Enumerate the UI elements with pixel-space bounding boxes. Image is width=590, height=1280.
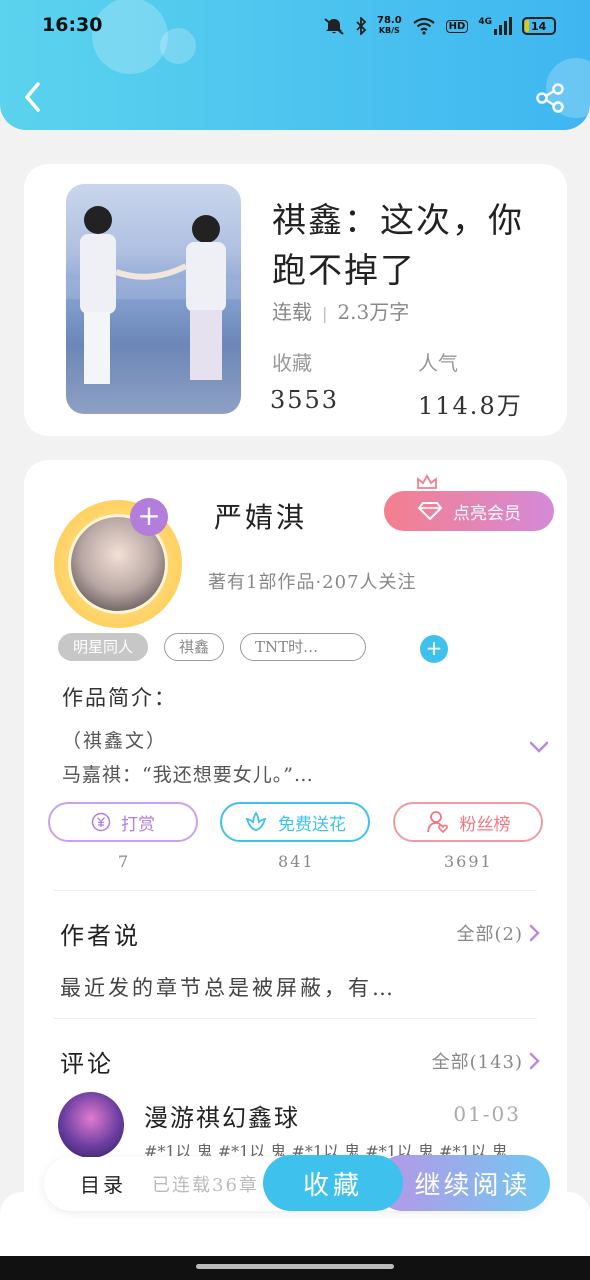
author-summary: 著有1部作品·207人关注: [208, 572, 417, 593]
tag-item[interactable]: 明星同人: [58, 633, 149, 661]
intro-heading: 作品简介：: [62, 686, 177, 710]
author-name[interactable]: 严婧淇: [214, 496, 307, 536]
add-tag-button[interactable]: +: [420, 635, 448, 663]
signal-icon: 4G: [478, 17, 512, 35]
wifi-icon: [412, 17, 435, 35]
battery-level: 14: [531, 19, 547, 33]
header: 16:30 78.0 KB/S HD 4G 14: [0, 0, 590, 130]
tag-item[interactable]: TNT时…: [240, 633, 367, 661]
tip-button[interactable]: 打赏: [48, 802, 198, 842]
send-flower-label: 免费送花: [278, 814, 346, 835]
commenter-avatar[interactable]: [58, 1092, 124, 1158]
tag-list: 明星同人 祺鑫 TNT时…: [58, 633, 367, 661]
divider: [54, 890, 537, 891]
meta-divider: |: [322, 304, 328, 323]
status-icons: 78.0 KB/S HD 4G 14: [323, 16, 556, 36]
fan-rank-button[interactable]: 粉丝榜: [393, 802, 543, 842]
send-flower-button[interactable]: 免费送花: [220, 802, 370, 842]
comment-text: #*1以 鬼 #*1以 鬼 #*1以 鬼 #*1以 鬼 #*1以 鬼: [144, 1142, 508, 1156]
member-button[interactable]: 点亮会员: [384, 491, 554, 531]
flower-icon: [245, 811, 267, 831]
member-button-label: 点亮会员: [453, 503, 521, 524]
hd-badge: HD: [445, 19, 469, 33]
tip-count: 7: [118, 852, 131, 871]
favorite-label: 收藏: [302, 1170, 363, 1201]
status-bar: 16:30 78.0 KB/S HD 4G 14: [0, 14, 590, 40]
favorites-label: 收藏: [272, 351, 312, 375]
flower-count: 841: [278, 852, 315, 871]
popularity-label: 人气: [418, 351, 458, 375]
chevron-right-icon: [529, 924, 540, 942]
author-says-more-label: 全部(2): [456, 924, 523, 945]
battery-icon: 14: [522, 17, 556, 35]
continue-reading-label: 继续阅读: [414, 1170, 531, 1201]
book-cover[interactable]: [66, 184, 241, 414]
user-heart-icon: [426, 811, 448, 834]
follow-plus-button[interactable]: +: [130, 498, 168, 536]
mute-icon: [324, 18, 344, 35]
yuan-coin-icon: [91, 812, 111, 832]
home-gesture-handle[interactable]: [196, 1264, 394, 1269]
book-status: 连载: [272, 300, 312, 324]
book-meta: 连载 | 2.3万字: [272, 296, 409, 325]
author-says-heading: 作者说: [60, 922, 141, 950]
book-title: 祺鑫：这次，你跑不掉了: [272, 201, 524, 291]
author-card: + 严婧淇 点亮会员 著有1部作品·207人关注 明星同人 祺鑫 TNT时… +…: [24, 460, 567, 1220]
status-time: 16:30: [42, 14, 103, 36]
tip-label: 打赏: [121, 814, 155, 835]
network-type: 4G: [478, 17, 492, 27]
back-icon[interactable]: [22, 80, 46, 114]
crown-icon: [417, 474, 437, 489]
net-speed: 78.0 KB/S: [377, 16, 402, 36]
comments-more-label: 全部(143): [431, 1052, 523, 1073]
cover-illustration: [66, 206, 241, 384]
intro-line: 马嘉祺：“我还想要女儿。”…: [62, 764, 314, 786]
fan-count: 3691: [444, 852, 493, 871]
book-info-card: 祺鑫：这次，你跑不掉了 连载 | 2.3万字 收藏 人气 3553 114.8万: [24, 164, 567, 436]
tag-item[interactable]: 祺鑫: [164, 633, 225, 661]
toc-button[interactable]: 目录: [80, 1169, 126, 1198]
chevron-down-icon[interactable]: [528, 740, 550, 754]
serial-status: 已连载36章: [152, 1175, 259, 1196]
commenter-name[interactable]: 漫游祺幻鑫球: [144, 1098, 300, 1133]
divider: [54, 1018, 537, 1019]
share-icon[interactable]: [534, 82, 568, 114]
author-says-more[interactable]: 全部(2): [457, 920, 542, 946]
favorite-button[interactable]: 收藏: [263, 1155, 403, 1211]
comment-date: 01-03: [453, 1102, 521, 1126]
fan-rank-label: 粉丝榜: [459, 814, 511, 835]
net-speed-value: 78.0: [376, 15, 402, 26]
author-says-text[interactable]: 最近发的章节总是被屏蔽，有…: [60, 972, 396, 1002]
favorites-value: 3553: [270, 386, 340, 414]
chevron-right-icon: [529, 1052, 540, 1070]
bluetooth-icon: [356, 17, 367, 35]
net-speed-unit: KB/S: [378, 26, 400, 35]
intro-line: （祺鑫文）: [62, 730, 168, 752]
comments-heading: 评论: [60, 1050, 114, 1078]
comments-more[interactable]: 全部(143): [432, 1048, 541, 1074]
diamond-icon: [417, 502, 443, 521]
popularity-value: 114.8万: [418, 392, 523, 420]
book-word-count: 2.3万字: [337, 300, 410, 324]
